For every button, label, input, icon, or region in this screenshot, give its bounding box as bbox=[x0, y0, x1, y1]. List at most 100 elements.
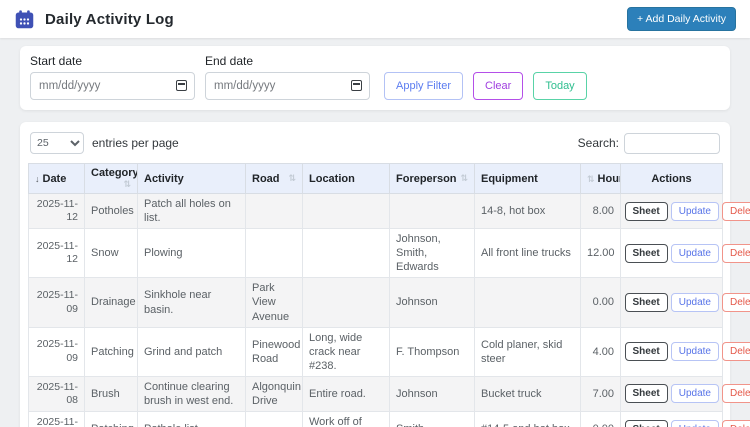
cell-location: Entire road. bbox=[302, 375, 390, 413]
column-header-road[interactable]: Road ⇅ bbox=[245, 163, 303, 194]
column-header-actions: Actions bbox=[620, 163, 723, 194]
column-header-foreperson[interactable]: Foreperson ⇅ bbox=[389, 163, 475, 194]
update-button[interactable]: Update bbox=[670, 419, 719, 427]
cell-category: Patching bbox=[84, 326, 138, 377]
cell-foreperson: Johnson bbox=[389, 375, 475, 413]
start-date-input[interactable] bbox=[30, 72, 195, 100]
apply-filter-button[interactable]: Apply Filter bbox=[384, 72, 464, 100]
cell-actions: SheetUpdateDelete bbox=[620, 375, 750, 413]
column-label: Equipment bbox=[481, 172, 538, 185]
table-row: 2025-11-12 Potholes Patch all holes on lis… bbox=[28, 192, 750, 230]
sheet-button[interactable]: Sheet bbox=[624, 201, 668, 221]
update-button[interactable]: Update bbox=[670, 342, 719, 362]
cell-actions: SheetUpdateDelete bbox=[620, 326, 750, 377]
cell-date: 2025-11-12 bbox=[28, 192, 85, 230]
cell-equipment bbox=[474, 277, 581, 328]
column-label: Actions bbox=[651, 172, 692, 185]
cell-road bbox=[245, 411, 303, 427]
sheet-button[interactable]: Sheet bbox=[624, 243, 668, 263]
cell-foreperson: Johnson, Smith, Edwards bbox=[389, 228, 475, 279]
column-header-category[interactable]: Category ⇅ bbox=[84, 163, 138, 194]
filter-card: Start date End date Apply Filter Clear T… bbox=[20, 46, 730, 110]
delete-button[interactable]: Delete bbox=[721, 419, 750, 427]
date-picker-icon[interactable] bbox=[176, 80, 187, 91]
end-date-group: End date bbox=[205, 54, 370, 100]
sheet-button[interactable]: Sheet bbox=[624, 419, 668, 427]
end-date-input[interactable] bbox=[205, 72, 370, 100]
search-input[interactable] bbox=[624, 132, 720, 154]
cell-location bbox=[302, 277, 390, 328]
cell-activity: Pothole list bbox=[137, 411, 246, 427]
cell-road: Pinewood Road bbox=[245, 326, 303, 377]
cell-road bbox=[245, 192, 303, 230]
activity-table: ↓ Date Category ⇅ Activity Road ⇅ Location Forep… bbox=[28, 163, 750, 427]
start-date-label: Start date bbox=[30, 54, 83, 68]
page-size-select[interactable]: 25 bbox=[30, 132, 84, 154]
delete-button[interactable]: Delete bbox=[721, 384, 750, 404]
cell-road: Park View Avenue bbox=[245, 277, 303, 328]
date-picker-icon[interactable] bbox=[351, 80, 362, 91]
cell-actions: SheetUpdateDelete bbox=[620, 192, 750, 230]
sort-icon: ⇅ bbox=[288, 172, 296, 183]
cell-activity: Sinkhole near basin. bbox=[137, 277, 246, 328]
table-row: 2025-11-09 Patching Grind and patch Pinewoo… bbox=[28, 326, 750, 377]
page-title: Daily Activity Log bbox=[45, 10, 174, 28]
sheet-button[interactable]: Sheet bbox=[624, 384, 668, 404]
update-button[interactable]: Update bbox=[670, 384, 719, 404]
clear-button[interactable]: Clear bbox=[473, 72, 524, 100]
column-label: Date bbox=[42, 172, 67, 185]
cell-category: Brush bbox=[84, 375, 138, 413]
cell-road: Algonquin Drive bbox=[245, 375, 303, 413]
cell-date: 2025-11-09 bbox=[28, 326, 85, 377]
sheet-button[interactable]: Sheet bbox=[624, 342, 668, 362]
column-header-date[interactable]: ↓ Date bbox=[28, 163, 85, 194]
table-controls: 25 entries per page Search: bbox=[28, 132, 722, 163]
delete-button[interactable]: Delete bbox=[721, 201, 750, 221]
cell-equipment: Bucket truck bbox=[474, 375, 581, 413]
cell-foreperson: F. Thompson bbox=[389, 326, 475, 377]
cell-category: Patching bbox=[84, 411, 138, 427]
column-label: Foreperson bbox=[396, 172, 457, 185]
cell-actions: SheetUpdateDelete bbox=[620, 411, 750, 427]
cell-equipment: Cold planer, skid steer bbox=[474, 326, 581, 377]
column-header-hours[interactable]: ⇅Hours bbox=[580, 163, 621, 194]
delete-button[interactable]: Delete bbox=[721, 342, 750, 362]
end-date-label: End date bbox=[205, 54, 254, 68]
cell-date: 2025-11-09 bbox=[28, 277, 85, 328]
sheet-button[interactable]: Sheet bbox=[624, 293, 668, 312]
cell-category: Drainage bbox=[84, 277, 138, 328]
cell-activity: Patch all holes on list. bbox=[137, 192, 246, 230]
cell-activity: Continue clearing brush in west end. bbox=[137, 375, 246, 413]
table-header-row: ↓ Date Category ⇅ Activity Road ⇅ Location Forep… bbox=[28, 163, 723, 194]
column-label: Hours bbox=[597, 172, 620, 185]
table-row: 2025-11-08PatchingPothole list Work off o… bbox=[28, 411, 750, 427]
add-daily-activity-button[interactable]: + Add Daily Activity bbox=[627, 7, 736, 31]
cell-equipment: All front line trucks bbox=[474, 228, 581, 279]
cell-foreperson: Johnson bbox=[389, 277, 475, 328]
sort-icon: ⇅ bbox=[460, 172, 468, 183]
column-label: Road bbox=[252, 172, 280, 185]
column-label: Location bbox=[309, 172, 355, 185]
delete-button[interactable]: Delete bbox=[721, 293, 750, 312]
sort-icon: ⇅ bbox=[587, 173, 595, 184]
update-button[interactable]: Update bbox=[670, 201, 719, 221]
table-row: 2025-11-12 Snow Plowing Johnson, Smith, Edw… bbox=[28, 228, 750, 279]
cell-date: 2025-11-08 bbox=[28, 375, 85, 413]
cell-hours: 0.00 bbox=[580, 411, 621, 427]
delete-button[interactable]: Delete bbox=[721, 243, 750, 263]
table-row: 2025-11-08 Brush Continue clearing brush i… bbox=[28, 375, 750, 413]
update-button[interactable]: Update bbox=[670, 293, 719, 312]
brand: Daily Activity Log bbox=[14, 9, 174, 30]
cell-hours: 8.00 bbox=[580, 192, 621, 230]
update-button[interactable]: Update bbox=[670, 243, 719, 263]
cell-hours: 12.00 bbox=[580, 228, 621, 279]
cell-actions: SheetUpdateDelete bbox=[620, 228, 750, 279]
cell-hours: 7.00 bbox=[580, 375, 621, 413]
column-label: Activity bbox=[144, 172, 184, 185]
column-header-activity: Activity bbox=[137, 163, 246, 194]
cell-road bbox=[245, 228, 303, 279]
today-button[interactable]: Today bbox=[533, 72, 587, 100]
cell-activity: Grind and patch bbox=[137, 326, 246, 377]
cell-equipment: #14-5 and hot box bbox=[474, 411, 581, 427]
sort-desc-icon: ↓ bbox=[35, 173, 40, 184]
